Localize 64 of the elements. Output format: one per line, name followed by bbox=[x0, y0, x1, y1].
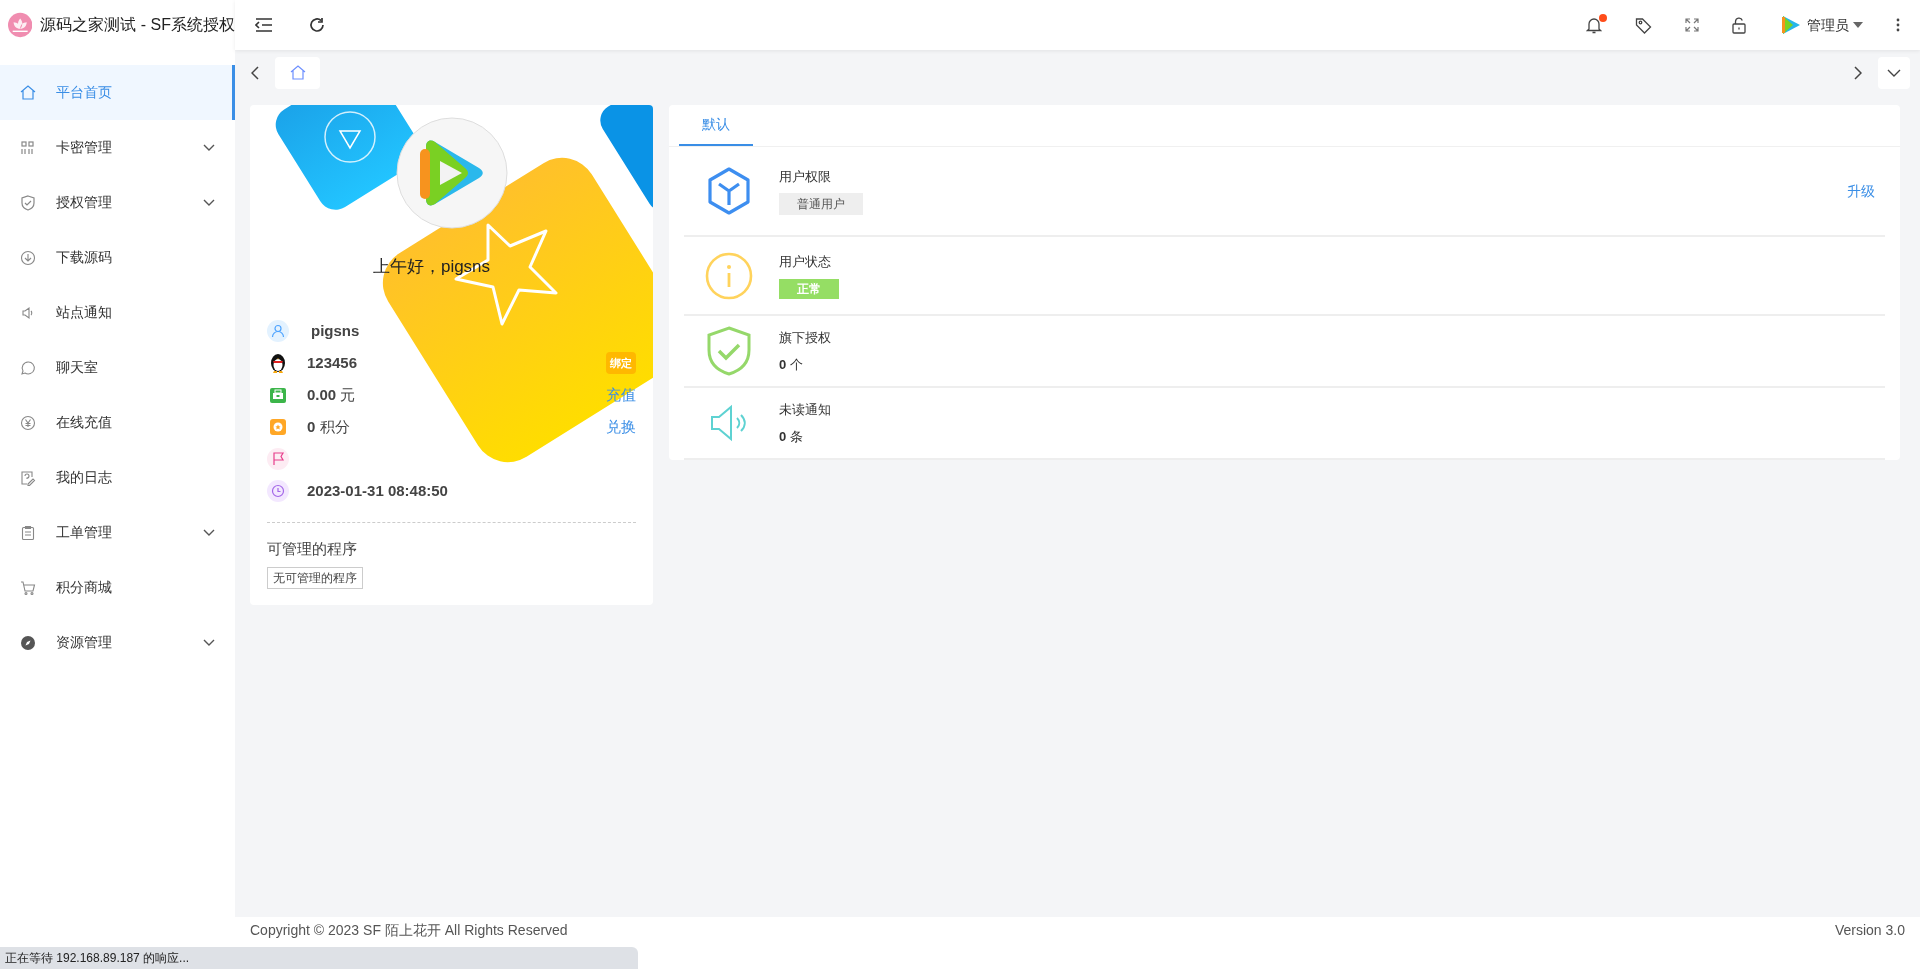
status-tag: 普通用户 bbox=[779, 193, 863, 216]
site-title: 源码之家测试 - SF系统授权 bbox=[40, 15, 235, 35]
sidebar-item[interactable]: 积分商城 bbox=[0, 560, 235, 615]
more-icon[interactable] bbox=[1896, 18, 1900, 32]
sidebar-item[interactable]: 下载源码 bbox=[0, 230, 235, 285]
scroll-right-icon[interactable] bbox=[1854, 65, 1862, 80]
shield-check-icon bbox=[706, 326, 752, 376]
field-value: 2023-01-31 08:48:50 bbox=[307, 480, 448, 501]
row-title: 用户权限 bbox=[779, 167, 832, 186]
chat-bubble-icon bbox=[20, 359, 36, 376]
user-name[interactable]: 管理员 bbox=[1807, 14, 1849, 36]
grid-icon bbox=[20, 139, 36, 156]
action-link[interactable]: 兑换 bbox=[606, 415, 636, 439]
home-icon bbox=[20, 84, 36, 101]
yen-icon bbox=[20, 414, 36, 431]
notification-bell-icon[interactable] bbox=[1586, 16, 1602, 34]
lock-icon[interactable] bbox=[1732, 16, 1746, 34]
lotus-logo-icon bbox=[8, 12, 33, 38]
field-value: pigsns bbox=[311, 320, 360, 341]
refresh-icon[interactable] bbox=[309, 17, 325, 33]
sidebar-item[interactable]: 工单管理 bbox=[0, 505, 235, 560]
upgrade-link[interactable]: 升级 bbox=[1847, 180, 1875, 202]
menu-fold-icon[interactable] bbox=[255, 17, 273, 33]
field-value: 0 积分 bbox=[307, 416, 350, 437]
section-title: 可管理的程序 bbox=[267, 539, 358, 559]
shield-icon bbox=[20, 194, 36, 211]
clock-icon bbox=[267, 480, 289, 502]
coin-badge-icon bbox=[267, 416, 289, 438]
browser-status-bar: 正在等待 192.168.89.187 的响应... bbox=[0, 947, 638, 969]
row-title: 用户状态 bbox=[779, 253, 832, 272]
sidebar-item[interactable]: 卡密管理 bbox=[0, 120, 235, 175]
panel-tab[interactable]: 默认 bbox=[679, 105, 753, 146]
field-value: 123456 bbox=[307, 352, 358, 373]
compass-icon bbox=[20, 634, 36, 651]
home-icon[interactable] bbox=[289, 65, 306, 80]
sidebar-item[interactable]: 资源管理 bbox=[0, 615, 235, 670]
flag-icon bbox=[267, 448, 289, 470]
copyright-text: Copyright © 2023 SF 陌上花开 All Rights Reserved bbox=[250, 921, 568, 939]
fullscreen-icon[interactable] bbox=[1685, 18, 1699, 32]
clipboard-icon bbox=[20, 524, 36, 541]
row-title: 旗下授权 bbox=[779, 329, 831, 347]
speaker-icon bbox=[709, 403, 749, 443]
scroll-left-icon[interactable] bbox=[251, 65, 259, 80]
user-icon bbox=[267, 320, 289, 342]
caret-icon[interactable] bbox=[1853, 22, 1863, 28]
sidebar-item[interactable]: 我的日志 bbox=[0, 450, 235, 505]
sidebar-item[interactable]: 在线充值 bbox=[0, 395, 235, 450]
download-icon bbox=[20, 249, 36, 266]
row-title: 未读通知 bbox=[779, 401, 831, 419]
field-value: 0.00 元 bbox=[307, 384, 356, 405]
cart-icon bbox=[20, 579, 36, 596]
status-tag: 正常 bbox=[779, 278, 839, 299]
sidebar-item[interactable]: 授权管理 bbox=[0, 175, 235, 230]
count-text: 0 个 bbox=[779, 355, 804, 374]
chevron-down-icon[interactable] bbox=[1887, 68, 1901, 77]
tag-icon[interactable] bbox=[1635, 16, 1652, 34]
edit-note-icon bbox=[20, 469, 36, 486]
version-text: Version 3.0 bbox=[1834, 921, 1905, 939]
sidebar-item[interactable]: 站点通知 bbox=[0, 285, 235, 340]
info-icon bbox=[705, 251, 753, 300]
cube-icon bbox=[705, 166, 753, 216]
count-text: 0 条 bbox=[779, 427, 804, 446]
sidebar-item[interactable]: 聊天室 bbox=[0, 340, 235, 395]
empty-tag: 无可管理的程序 bbox=[267, 566, 363, 589]
